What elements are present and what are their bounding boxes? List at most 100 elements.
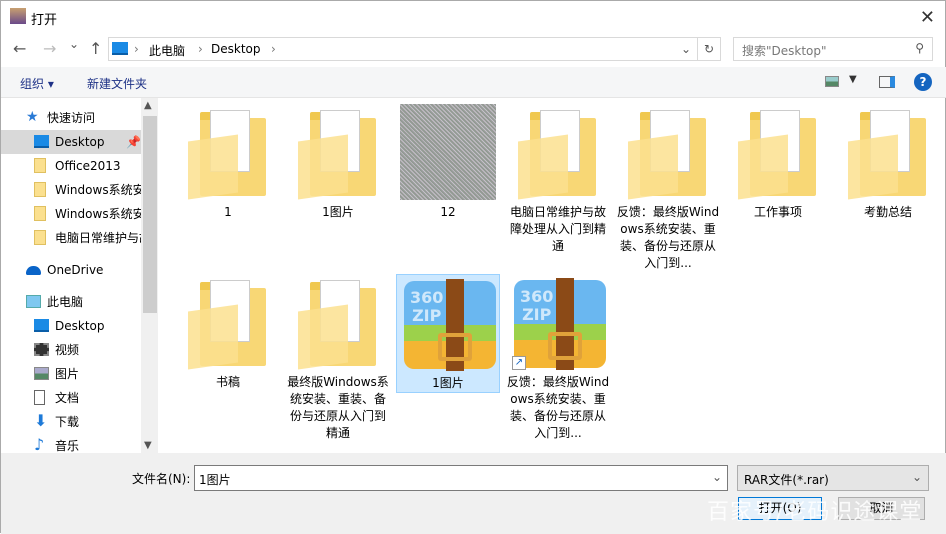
- folder-icon: [290, 104, 386, 200]
- sidebar-item-label: 电脑日常维护与故: [55, 231, 141, 245]
- sidebar-item-6[interactable]: OneDrive: [1, 258, 141, 282]
- sidebar-item-label: 文档: [55, 391, 80, 405]
- file-name: 1: [224, 205, 232, 219]
- filename-input[interactable]: 1图片 ⌄: [194, 465, 728, 491]
- folder-icon: [180, 274, 276, 370]
- sidebar-item-0[interactable]: ★ 快速访问: [1, 106, 141, 130]
- sidebar-item-12[interactable]: ⬇ 下载: [1, 410, 141, 434]
- breadcrumb-this-pc[interactable]: 此电脑: [149, 42, 185, 59]
- shortcut-arrow-icon: ↗: [512, 356, 526, 370]
- pin-icon[interactable]: 📌: [126, 130, 141, 154]
- sidebar-item-label: OneDrive: [47, 263, 104, 277]
- file-item[interactable]: 12: [396, 104, 500, 221]
- recent-locations-button[interactable]: ⌄: [69, 37, 79, 51]
- app-icon: [10, 8, 26, 24]
- folder-icon: [34, 158, 46, 173]
- sidebar-item-3[interactable]: Windows系统安: [1, 178, 141, 202]
- sidebar-item-label: Desktop: [55, 319, 105, 333]
- filename-label: 文件名(N):: [132, 472, 191, 486]
- breadcrumb-desktop[interactable]: Desktop: [211, 42, 261, 56]
- file-item[interactable]: 考勤总结: [836, 104, 940, 221]
- help-icon[interactable]: ?: [914, 73, 932, 91]
- sidebar-item-7[interactable]: 此电脑: [1, 290, 141, 314]
- forward-button[interactable]: →: [43, 39, 56, 58]
- cloud-icon: [26, 266, 41, 275]
- sidebar-item-11[interactable]: 文档: [1, 386, 141, 410]
- refresh-button[interactable]: ↻: [698, 37, 721, 61]
- sidebar-item-5[interactable]: 电脑日常维护与故: [1, 226, 141, 250]
- title-bar: 打开 ✕: [1, 1, 946, 33]
- sidebar-item-label: 此电脑: [47, 295, 84, 309]
- video-icon: [34, 343, 49, 356]
- file-item[interactable]: 1: [176, 104, 280, 221]
- folder-icon: [840, 104, 936, 200]
- sidebar-item-9[interactable]: 视频: [1, 338, 141, 362]
- file-name: 1图片: [322, 205, 354, 219]
- sidebar-item-10[interactable]: 图片: [1, 362, 141, 386]
- file-name: 最终版Windows系统安装、重装、备份与还原从入门到精通: [287, 375, 389, 440]
- file-item[interactable]: 360 ZIP 1图片: [396, 274, 500, 393]
- chevron-down-icon[interactable]: ⌄: [712, 470, 722, 484]
- folder-icon: [290, 274, 386, 370]
- sidebar-item-2[interactable]: Office2013: [1, 154, 141, 178]
- close-button[interactable]: ✕: [920, 7, 935, 28]
- cancel-button[interactable]: 取消: [838, 497, 925, 520]
- folder-icon: [510, 104, 606, 200]
- file-item[interactable]: 反馈：最终版Windows系统安装、重装、备份与还原从入门到...: [616, 104, 720, 272]
- file-name: 12: [440, 205, 456, 219]
- chevron-down-icon[interactable]: ⌄: [681, 42, 691, 56]
- chevron-down-icon: ⌄: [911, 470, 922, 484]
- star-icon: ★: [26, 109, 39, 125]
- sidebar-item-13[interactable]: ♪ 音乐: [1, 434, 141, 453]
- preview-pane-icon[interactable]: [879, 76, 895, 88]
- file-item[interactable]: 书稿: [176, 274, 280, 391]
- file-item[interactable]: 电脑日常维护与故障处理从入门到精通: [506, 104, 610, 255]
- folder-icon: [620, 104, 716, 200]
- open-button[interactable]: 打开(O): [738, 497, 822, 520]
- sidebar-item-label: Windows系统安: [55, 207, 141, 221]
- sidebar-item-label: 图片: [55, 367, 80, 381]
- desktop-icon: [34, 319, 49, 332]
- search-input[interactable]: 搜索"Desktop" ⚲: [733, 37, 933, 61]
- organize-button[interactable]: 组织 ▾: [20, 75, 54, 92]
- navigation-pane: ★ 快速访问 Desktop 📌 Office2013 Windows系统安 Windows…: [1, 98, 159, 453]
- toolbar: 组织 ▾ 新建文件夹 ▼ ?: [1, 67, 946, 98]
- file-item[interactable]: 工作事项: [726, 104, 830, 221]
- file-name: 1图片: [432, 376, 464, 390]
- file-name: 工作事项: [753, 205, 802, 219]
- file-item[interactable]: 最终版Windows系统安装、重装、备份与还原从入门到精通: [286, 274, 390, 442]
- sidebar-item-1[interactable]: Desktop 📌: [1, 130, 141, 154]
- file-item[interactable]: 360 ZIP ↗ 反馈：最终版Windows系统安装、重装、备份与还原从入门到...: [506, 274, 610, 442]
- image-thumbnail: [400, 104, 496, 200]
- picture-icon: [34, 367, 49, 380]
- desktop-icon: [34, 135, 49, 148]
- sidebar-item-label: Desktop: [55, 135, 105, 149]
- sidebar-item-label: 视频: [55, 343, 80, 357]
- filetype-select[interactable]: RAR文件(*.rar) ⌄: [737, 465, 929, 491]
- sidebar-item-4[interactable]: Windows系统安: [1, 202, 141, 226]
- scrollbar-thumb[interactable]: [143, 116, 157, 313]
- back-button[interactable]: ←: [13, 39, 26, 58]
- file-name: 反馈：最终版Windows系统安装、重装、备份与还原从入门到...: [616, 205, 720, 270]
- sidebar-item-label: 下载: [55, 415, 80, 429]
- sidebar-item-label: Windows系统安: [55, 183, 141, 197]
- folder-icon: [730, 104, 826, 200]
- view-dropdown-icon[interactable]: ▼: [849, 74, 857, 85]
- file-item[interactable]: 1图片: [286, 104, 390, 221]
- folder-icon: [34, 182, 46, 197]
- folder-icon: [34, 206, 46, 221]
- folder-icon: [34, 230, 46, 245]
- search-icon: ⚲: [915, 41, 924, 55]
- computer-icon: [112, 42, 128, 55]
- sidebar-item-8[interactable]: Desktop: [1, 314, 141, 338]
- download-icon: ⬇: [34, 411, 48, 430]
- file-list: 1 1图片 12 电脑日常维护与故障处理从入门到精通 反馈：最终版Windows系统安装…: [159, 98, 946, 453]
- new-folder-button[interactable]: 新建文件夹: [87, 75, 147, 92]
- view-icon[interactable]: [825, 76, 839, 87]
- folder-icon: [180, 104, 276, 200]
- sidebar-item-label: 快速访问: [47, 111, 96, 125]
- up-button[interactable]: ↑: [89, 39, 102, 58]
- rar-archive-icon: 360 ZIP ↗: [510, 274, 606, 370]
- computer-icon: [26, 295, 41, 308]
- address-bar[interactable]: › 此电脑 › Desktop › ⌄: [108, 37, 698, 61]
